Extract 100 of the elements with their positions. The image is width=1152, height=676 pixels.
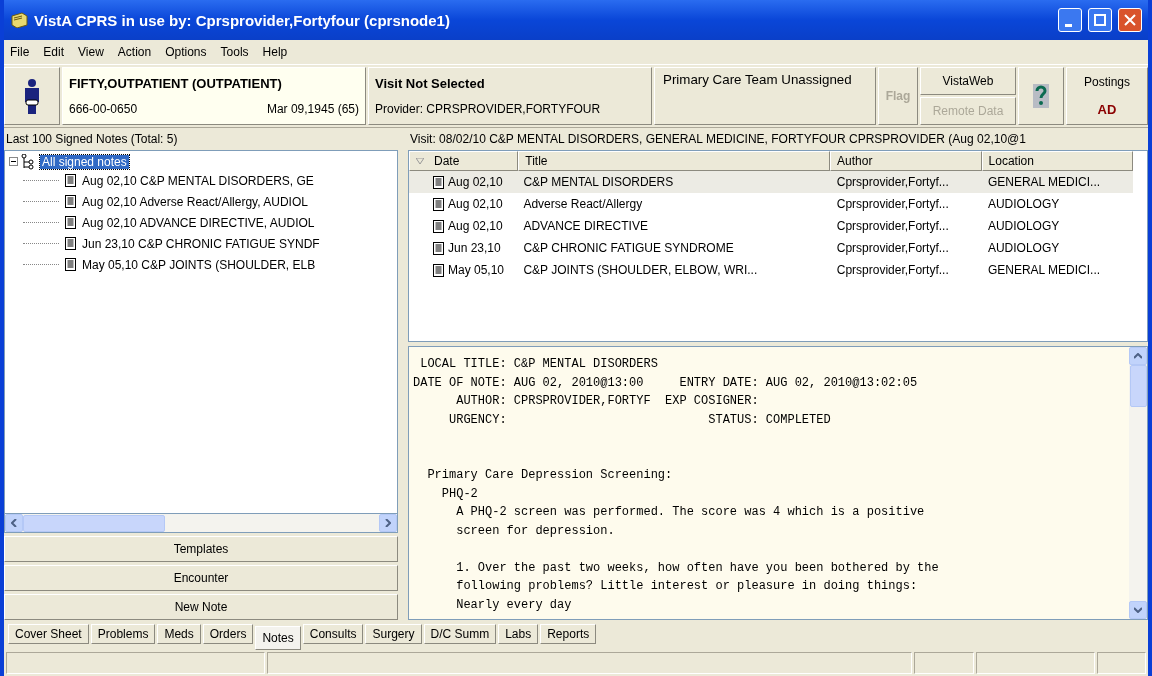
chevron-right-icon xyxy=(385,519,391,527)
visit-panel[interactable]: Visit Not Selected Provider: CPRSPROVIDER,FORTYFOUR xyxy=(368,67,652,125)
column-header[interactable]: Location xyxy=(981,151,1133,171)
scroll-up-button[interactable] xyxy=(1129,347,1147,365)
document-icon xyxy=(433,219,444,233)
table-cell: AUDIOLOGY xyxy=(987,241,1060,255)
scroll-left-button[interactable] xyxy=(5,514,23,532)
table-cell: C&P MENTAL DISORDERS xyxy=(523,175,674,189)
menu-item[interactable]: View xyxy=(78,45,104,59)
tree-structure-icon xyxy=(21,153,37,170)
tree-note-item[interactable]: Aug 02,10 ADVANCE DIRECTIVE, AUDIOL xyxy=(82,215,315,230)
note-line: DATE OF NOTE: AUG 02, 2010@13:00 ENTRY DATE: AUG 02, 2010@13:02:05 xyxy=(413,374,919,392)
note-line: A PHQ-2 screen was performed. The score was 4 which is a positive xyxy=(455,504,926,521)
note-line: AUTHOR: CPRSPROVIDER,FORTYF EXP COSIGNER: xyxy=(455,393,760,410)
patient-name: FIFTY,OUTPATIENT (OUTPATIENT) xyxy=(69,75,283,91)
tree-note-item[interactable]: Aug 02,10 C&P MENTAL DISORDERS, GE xyxy=(82,173,314,188)
note-line: PHQ-2 xyxy=(440,485,479,503)
chevron-up-icon xyxy=(1134,353,1142,359)
scroll-right-button[interactable] xyxy=(379,514,397,532)
table-cell: C&P JOINTS (SHOULDER, ELBOW, WRI... xyxy=(523,263,758,277)
menu-item[interactable]: File xyxy=(10,45,30,59)
note-line: LOCAL TITLE: C&P MENTAL DISORDERS xyxy=(419,356,659,373)
minimize-icon xyxy=(1064,23,1072,27)
tab[interactable]: Labs xyxy=(498,624,539,644)
note-line: screen for depression. xyxy=(455,522,616,540)
tree-root-item[interactable]: All signed notes xyxy=(40,154,129,169)
close-icon xyxy=(1124,14,1136,26)
note-line: Primary Care Depression Screening: xyxy=(426,467,674,484)
table-cell: Jun 23,10 xyxy=(448,241,501,255)
table-cell: Aug 02,10 xyxy=(448,175,503,189)
document-icon xyxy=(65,174,76,187)
action-button[interactable]: New Note xyxy=(4,594,398,620)
menu-item[interactable]: Action xyxy=(117,45,152,59)
document-icon xyxy=(65,216,76,229)
help-button[interactable] xyxy=(1018,67,1064,125)
menu-item[interactable]: Options xyxy=(165,45,207,59)
menu-item[interactable]: Help xyxy=(262,45,288,59)
tab[interactable]: Notes xyxy=(255,626,301,650)
tab[interactable]: Cover Sheet xyxy=(8,624,89,644)
table-cell: Cprsprovider,Fortyf... xyxy=(836,219,949,233)
table-cell: AUDIOLOGY xyxy=(987,197,1060,211)
table-cell: Cprsprovider,Fortyf... xyxy=(836,197,949,211)
menu-item[interactable]: Tools xyxy=(220,45,249,59)
document-icon xyxy=(433,175,444,189)
tab[interactable]: Surgery xyxy=(365,624,422,644)
menu-item[interactable]: Edit xyxy=(43,45,65,59)
minimize-button[interactable] xyxy=(1058,8,1082,32)
note-line: following problems? Little interest or pleasure in doing things: xyxy=(455,578,919,595)
document-icon xyxy=(65,258,76,271)
tab[interactable]: Reports xyxy=(540,624,597,644)
tab[interactable]: D/C Summ xyxy=(423,624,497,644)
table-cell: Adverse React/Allergy xyxy=(523,197,643,211)
tab[interactable]: Meds xyxy=(157,624,201,644)
maximize-button[interactable] xyxy=(1088,8,1112,32)
chevron-left-icon xyxy=(11,519,17,527)
document-icon xyxy=(65,237,76,250)
vertical-scrollbar[interactable] xyxy=(1129,347,1147,619)
tab[interactable]: Consults xyxy=(302,624,364,644)
visit-provider: Provider: CPRSPROVIDER,FORTYFOUR xyxy=(375,102,602,117)
table-cell: C&P CHRONIC FATIGUE SYNDROME xyxy=(523,241,734,255)
vistaweb-button[interactable]: VistaWeb xyxy=(920,67,1016,95)
visit-details-label: Visit: 08/02/10 C&P MENTAL DISORDERS, GENERAL MEDICINE, FORTYFOUR CPRSPROVIDER (Aug 02,10@1 xyxy=(409,131,1027,148)
table-cell: Cprsprovider,Fortyf... xyxy=(836,241,949,255)
action-button[interactable]: Templates xyxy=(4,536,398,562)
note-row[interactable]: Aug 02,10 C&P MENTAL DISORDERS Cprsprovider,Fortyf... GENERAL MEDICI... xyxy=(409,171,1133,193)
patient-button[interactable] xyxy=(4,67,60,125)
scroll-down-button[interactable] xyxy=(1129,601,1147,619)
postings-button[interactable]: Postings AD xyxy=(1066,67,1148,125)
window-title: VistA CPRS in use by: Cprsprovider,Fortyfour (cprsnode1) xyxy=(34,11,451,29)
horizontal-scrollbar[interactable] xyxy=(4,514,398,533)
chevron-down-icon xyxy=(1134,607,1142,613)
care-team-panel[interactable]: Primary Care Team Unassigned xyxy=(654,67,876,125)
tab[interactable]: Orders xyxy=(202,624,254,644)
note-line: 1. Over the past two weeks, how often have you been bothered by the xyxy=(455,559,940,577)
document-icon xyxy=(65,195,76,208)
notebook-icon xyxy=(10,12,28,28)
table-cell: Cprsprovider,Fortyf... xyxy=(836,175,949,189)
action-button[interactable]: Encounter xyxy=(4,565,398,591)
tree-note-item[interactable]: Aug 02,10 Adverse React/Allergy, AUDIOL xyxy=(82,194,308,209)
note-line: URGENCY: STATUS: COMPLETED xyxy=(448,411,832,429)
patient-ssn: 666-00-0650 xyxy=(69,102,138,117)
note-line: Nearly every day xyxy=(455,596,573,614)
close-button[interactable] xyxy=(1118,8,1142,32)
column-header[interactable]: Title xyxy=(518,151,831,171)
document-icon xyxy=(433,241,444,255)
column-header[interactable]: Date xyxy=(409,151,519,171)
sort-icon xyxy=(416,158,424,164)
table-cell: GENERAL MEDICI... xyxy=(987,263,1101,277)
table-cell: Cprsprovider,Fortyf... xyxy=(836,263,949,277)
scroll-thumb[interactable] xyxy=(1129,365,1147,407)
tree-note-item[interactable]: May 05,10 C&P JOINTS (SHOULDER, ELB xyxy=(82,257,316,272)
tree-note-item[interactable]: Jun 23,10 C&P CHRONIC FATIGUE SYNDF xyxy=(82,236,320,251)
question-mark-icon xyxy=(1033,84,1049,108)
collapse-icon[interactable] xyxy=(9,157,18,166)
tab[interactable]: Problems xyxy=(90,624,156,644)
table-cell: May 05,10 xyxy=(448,263,505,277)
column-header[interactable]: Author xyxy=(830,151,982,171)
table-cell: Aug 02,10 xyxy=(448,197,503,211)
scroll-thumb[interactable] xyxy=(23,514,165,532)
patient-info-panel[interactable]: FIFTY,OUTPATIENT (OUTPATIENT) 666-00-0650 Mar 09,1945 (65) xyxy=(62,67,366,125)
